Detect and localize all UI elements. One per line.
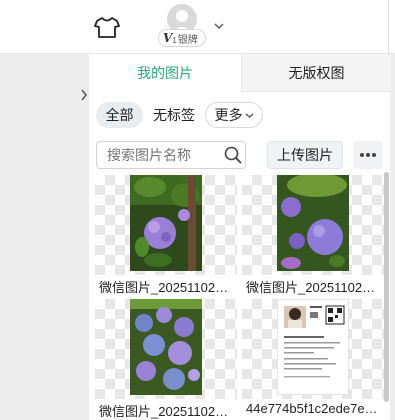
image-thumbnail[interactable]	[95, 299, 237, 399]
tab-copyright-free[interactable]: 无版权图	[241, 54, 391, 92]
image-name: 44e774b5f1c2ede7e…	[246, 401, 378, 416]
image-name: 微信图片_20251102…	[246, 280, 376, 295]
tab-my-images[interactable]: 我的图片	[89, 54, 241, 92]
image-name: 微信图片_20251102…	[99, 280, 229, 295]
chevron-right-icon[interactable]	[80, 89, 88, 101]
top-bar: V 1 银牌	[0, 0, 395, 54]
image-thumbnail[interactable]	[242, 175, 384, 275]
image-card[interactable]: 微信图片_20251102…	[95, 175, 237, 299]
chevron-down-icon[interactable]	[214, 22, 224, 30]
more-dots-icon	[360, 153, 376, 157]
document-photo	[277, 299, 349, 395]
filter-more-dropdown[interactable]: 更多	[205, 102, 263, 128]
filter-untagged[interactable]: 无标签	[149, 102, 199, 128]
chevron-down-icon	[245, 113, 253, 118]
hydrangea-photo	[277, 175, 349, 271]
image-name: 微信图片_20251102…	[99, 404, 229, 419]
image-thumbnail[interactable]	[95, 175, 237, 275]
more-options-button[interactable]	[353, 141, 383, 169]
scrollbar[interactable]	[384, 172, 389, 402]
filter-all[interactable]: 全部	[96, 102, 143, 128]
rank-label: 银牌	[177, 34, 198, 46]
image-panel: 我的图片 无版权图 全部 无标签 更多 上传图片	[88, 54, 391, 420]
image-card[interactable]: 微信图片_20251102…	[242, 175, 384, 299]
tshirt-icon[interactable]	[94, 16, 120, 38]
divider	[388, 0, 389, 54]
search-icon[interactable]	[224, 146, 242, 164]
image-thumbnail[interactable]	[242, 299, 384, 399]
image-card[interactable]: 微信图片_20251102…	[95, 299, 237, 420]
image-card[interactable]: 44e774b5f1c2ede7e…	[242, 299, 384, 420]
membership-rank-badge[interactable]: V 1 银牌	[158, 29, 206, 47]
hydrangea-photo	[130, 299, 202, 395]
filter-more-label: 更多	[214, 107, 243, 123]
hydrangea-photo	[130, 175, 202, 271]
upload-image-button[interactable]: 上传图片	[267, 141, 343, 169]
